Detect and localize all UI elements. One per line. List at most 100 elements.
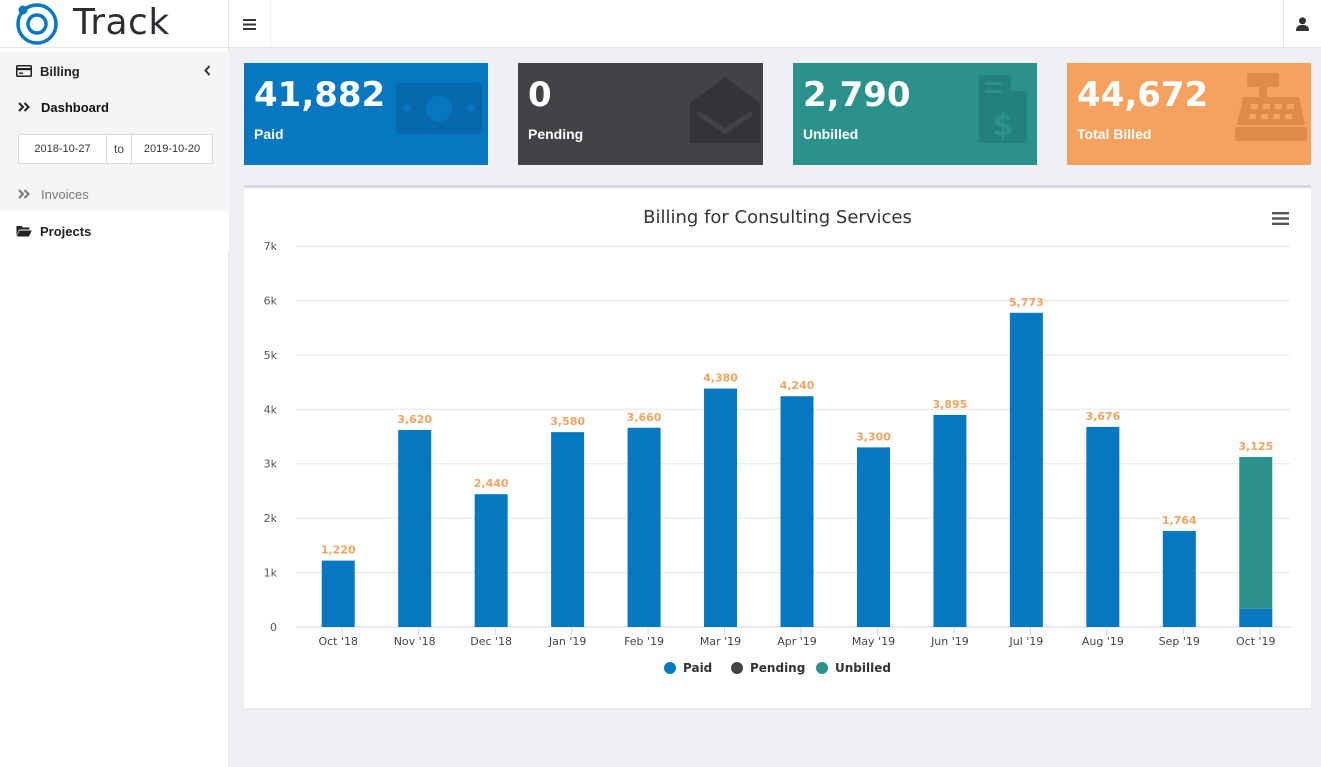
- data-label: 3,125: [1238, 440, 1273, 453]
- x-tick-label: Jun '19: [930, 635, 969, 648]
- file-invoice-dollar-icon: $: [979, 75, 1027, 143]
- data-label: 2,440: [474, 477, 509, 490]
- double-chevron-right-icon: [18, 189, 34, 199]
- stat-label: Unbilled: [803, 126, 859, 142]
- chart-menu-button[interactable]: [1272, 212, 1289, 230]
- data-label: 4,380: [703, 372, 738, 385]
- bar-paid: [780, 396, 814, 627]
- sidebar-item-billing[interactable]: Billing: [0, 52, 229, 90]
- data-label: 4,240: [780, 379, 815, 392]
- sidebar-item-label: Projects: [40, 223, 92, 239]
- bar-paid: [627, 427, 661, 627]
- date-separator: to: [107, 134, 131, 164]
- money-bill-icon: [396, 83, 482, 134]
- x-tick-label: May '19: [852, 635, 895, 648]
- stat-label: Paid: [254, 126, 284, 142]
- svg-text:$: $: [993, 108, 1014, 143]
- stat-card-paid[interactable]: 41,882 Paid: [244, 63, 488, 165]
- chart-panel: 0 1k 2k 3k 4k 5k 6k 7k 1,220 Oct '18 3,620 Nov '18 2…: [244, 185, 1311, 708]
- sidebar-item-label: Billing: [40, 63, 80, 79]
- x-tick-label: Nov '18: [394, 635, 436, 648]
- logo-icon: [16, 3, 58, 45]
- x-tick-label: Dec '18: [470, 635, 512, 648]
- legend-item-paid[interactable]: Paid: [683, 661, 712, 675]
- brand[interactable]: Track: [0, 0, 229, 48]
- hamburger-icon: [243, 18, 256, 30]
- bar-paid: [1086, 426, 1120, 627]
- stat-value: 2,790: [803, 75, 911, 115]
- chevron-left-icon[interactable]: [204, 64, 211, 79]
- y-tick-label: 7k: [264, 240, 278, 253]
- x-tick-label: Mar '19: [700, 635, 741, 648]
- envelope-open-icon: [690, 77, 760, 143]
- y-tick-label: 4k: [264, 403, 278, 416]
- bar-paid: [321, 560, 355, 627]
- y-tick-label: 2k: [264, 512, 278, 525]
- x-tick-label: Jan '19: [548, 635, 586, 648]
- sidebar-item-projects[interactable]: Projects: [0, 212, 229, 250]
- credit-card-icon: [16, 65, 34, 77]
- x-tick-label: Jul '19: [1008, 635, 1043, 648]
- stat-value: 44,672: [1077, 75, 1209, 115]
- x-tick-label: Aug '19: [1082, 635, 1124, 648]
- x-tick-label: Apr '19: [777, 635, 817, 648]
- legend-marker-pending[interactable]: [731, 662, 743, 674]
- data-label: 1,764: [1162, 514, 1197, 527]
- hamburger-icon: [1272, 212, 1289, 225]
- legend-item-unbilled[interactable]: Unbilled: [835, 661, 891, 675]
- data-label: 3,620: [397, 413, 432, 426]
- y-tick-label: 6k: [264, 294, 278, 307]
- user-icon: [1296, 17, 1309, 31]
- menu-toggle-button[interactable]: [229, 0, 271, 48]
- sidebar-item-label: Dashboard: [41, 99, 109, 115]
- data-label: 3,676: [1085, 410, 1120, 423]
- bar-paid: [398, 429, 432, 627]
- stat-card-total-billed[interactable]: 44,672 Total Billed: [1067, 63, 1311, 165]
- bar-paid: [474, 494, 508, 627]
- bar-paid: [1009, 312, 1043, 627]
- data-label: 3,895: [933, 398, 968, 411]
- data-label: 5,773: [1009, 296, 1044, 309]
- sidebar-item-dashboard[interactable]: Dashboard: [0, 90, 229, 124]
- data-label: 1,220: [321, 544, 356, 557]
- double-chevron-right-icon: [18, 102, 34, 112]
- chart-title: Billing for Consulting Services: [643, 207, 912, 228]
- bar-paid: [704, 388, 738, 627]
- x-tick-label: Oct '18: [318, 635, 358, 648]
- billing-chart: 0 1k 2k 3k 4k 5k 6k 7k 1,220 Oct '18 3,620 Nov '18 2…: [264, 240, 1290, 675]
- sidebar-item-invoices[interactable]: Invoices: [0, 177, 229, 211]
- bar-paid: [1162, 530, 1196, 627]
- stat-label: Pending: [528, 126, 584, 142]
- data-label: 3,660: [627, 411, 662, 424]
- date-to-input[interactable]: [131, 134, 213, 164]
- bar-paid: [1239, 608, 1273, 627]
- y-tick-label: 3k: [264, 458, 278, 471]
- folder-open-icon: [16, 225, 34, 237]
- x-tick-label: Feb '19: [624, 635, 664, 648]
- user-menu-button[interactable]: [1283, 0, 1321, 48]
- y-tick-label: 5k: [264, 349, 278, 362]
- cash-register-icon: [1235, 73, 1307, 141]
- x-tick-label: Sep '19: [1159, 635, 1200, 648]
- stat-card-pending[interactable]: 0 Pending: [518, 63, 763, 165]
- legend-item-pending[interactable]: Pending: [750, 661, 805, 675]
- app-name: Track: [73, 2, 170, 43]
- data-label: 3,580: [550, 415, 585, 428]
- sidebar-item-label: Invoices: [41, 186, 89, 202]
- x-tick-label: Oct '19: [1236, 635, 1276, 648]
- stat-value: 41,882: [254, 75, 386, 115]
- bar-paid: [933, 415, 967, 627]
- date-from-input[interactable]: [18, 134, 107, 164]
- data-label: 3,300: [856, 430, 891, 443]
- legend-marker-paid[interactable]: [664, 662, 676, 674]
- sidebar: Billing Dashboard to Invoices Projects: [0, 48, 229, 767]
- y-tick-label: 1k: [264, 567, 278, 580]
- stat-value: 0: [528, 75, 552, 115]
- stat-label: Total Billed: [1077, 126, 1152, 142]
- legend-marker-unbilled[interactable]: [816, 662, 828, 674]
- bar-paid: [856, 447, 890, 627]
- bar-paid: [551, 432, 585, 627]
- stat-card-unbilled[interactable]: 2,790 Unbilled $: [793, 63, 1037, 165]
- top-bar: Track: [0, 0, 1321, 48]
- bar-unbilled: [1239, 456, 1273, 609]
